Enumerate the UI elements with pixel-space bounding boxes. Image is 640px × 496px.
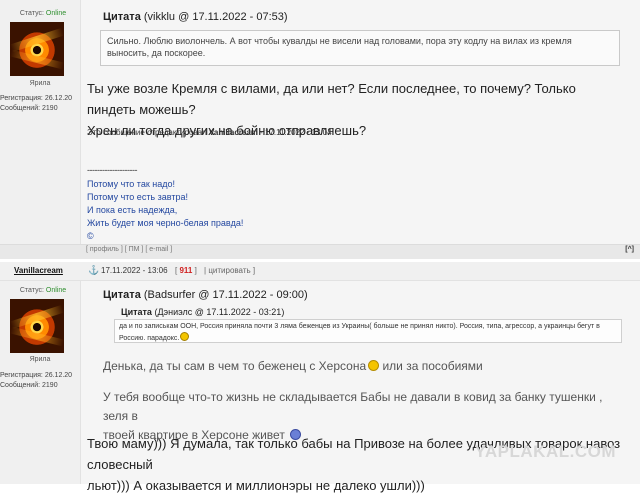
signature-line: Потому что есть завтра! [87,192,188,202]
post-body-line: льют))) А оказывается и миллионэры не да… [87,478,425,493]
user-caption: Ярила [29,80,51,87]
anchor-icon[interactable]: ⚓ [88,265,99,276]
inner-quote-label: Цитата [121,307,152,317]
post-1-userbar: Статус: Online Ярила Регистрация: 26.12.… [0,0,81,258]
footer-links: [ профиль ] [ ПМ ] [ e-mail ] [86,246,173,253]
msgs-count: 2190 [42,382,58,389]
quote-box: Сильно. Люблю виолончель. А вот чтобы ку… [100,30,620,66]
quote-label: Цитата [103,289,141,301]
site-watermark: YAPLAKAL.COM [474,442,616,461]
reg-label: Регистрация: [0,95,43,102]
quote-meta: (vikklu @ 17.11.2022 - 07:53) [143,11,288,23]
status-online: Online [45,287,67,294]
user-caption: Ярила [29,356,51,363]
post-2-userbar: Статус: Online Ярила Регистрация: 26.12.… [0,281,81,484]
avatar-flame [10,27,64,53]
user-status: Статус: Online [8,10,78,17]
msgs-label: Сообщений: [0,105,41,112]
edit-note: Это сообщение отредактировал Vanillacrea… [87,128,332,137]
avatar-flame [10,304,64,330]
signature-line: И пока есть надежда, [87,205,178,215]
post-1: Статус: Online Ярила Регистрация: 26.12.… [0,0,640,259]
quote-button[interactable]: | цитировать ] [204,266,255,275]
signature-line: Жить будет моя черно-белая правда! [87,218,244,228]
quote-line: Денька, да ты сам в чем то беженец с Хер… [103,359,483,373]
post-body-line: Ты уже возле Кремля с вилами, да или нет… [87,81,576,117]
reg-info: Регистрация: 26.12.20 Сообщений: 2190 [0,94,80,114]
rating[interactable]: [ 911 ] [175,266,197,275]
post-2-header: Vanillacream ⚓ 17.11.2022 - 13:06 [ 911 … [0,262,640,281]
status-label: Статус: [19,10,44,17]
reg-date: 26.12.20 [44,95,73,102]
quote-label: Цитата [103,11,141,23]
quote-meta: (Badsurfer @ 17.11.2022 - 09:00) [143,289,308,301]
msgs-count: 2190 [42,105,58,112]
smiley-icon [368,360,380,371]
quote-line: У тебя вообще что-то жизнь не складывает… [103,390,603,423]
inner-quote-box: да и по записькам ООН, Россия приняла по… [114,319,622,343]
quote-body: Денька, да ты сам в чем то беженец с Хер… [103,357,623,445]
quote-header: Цитата (Badsurfer @ 17.11.2022 - 09:00) [103,289,308,301]
inner-quote-meta: (Дэниэлс @ 17.11.2022 - 03:21) [154,307,285,317]
profile-link[interactable]: профиль [90,246,119,253]
reg-date: 26.12.20 [44,372,73,379]
email-link[interactable]: e-mail [149,246,168,253]
status-online: Online [45,10,67,17]
post-date: 17.11.2022 - 13:06 [101,266,168,275]
avatar[interactable] [10,299,64,353]
avatar-flame [10,49,64,70]
signature-line: Потому что так надо! [87,179,176,189]
user-status: Статус: Online [8,287,78,294]
post-1-footer: [ профиль ] [ ПМ ] [ e-mail ] [^] [0,244,640,259]
signature: Потому что так надо! Потому что есть зав… [87,178,243,243]
author-link[interactable]: Vanillacream [14,266,63,275]
post-1-content: Цитата (vikklu @ 17.11.2022 - 07:53) Сил… [81,0,640,258]
quote-header: Цитата (vikklu @ 17.11.2022 - 07:53) [103,11,288,23]
avatar[interactable] [10,22,64,76]
back-to-top-link[interactable]: [^] [625,246,634,253]
quote-button-label: цитировать [208,266,251,275]
inner-quote-text: да и по записькам ООН, Россия приняла по… [119,323,600,342]
avatar-flame [10,326,64,347]
rating-count: 911 [179,266,193,275]
signature-divider: -------------------- [87,165,137,175]
status-label: Статус: [19,287,44,294]
reg-label: Регистрация: [0,372,43,379]
pm-link[interactable]: ПМ [129,246,140,253]
smiley-icon [180,332,190,341]
signature-line: © [87,231,94,241]
msgs-label: Сообщений: [0,382,41,389]
reg-info: Регистрация: 26.12.20 Сообщений: 2190 [0,371,80,391]
edit-note-user: Vanillacream [208,128,258,137]
inner-quote-header: Цитата (Дэниэлс @ 17.11.2022 - 03:21) [121,307,284,317]
